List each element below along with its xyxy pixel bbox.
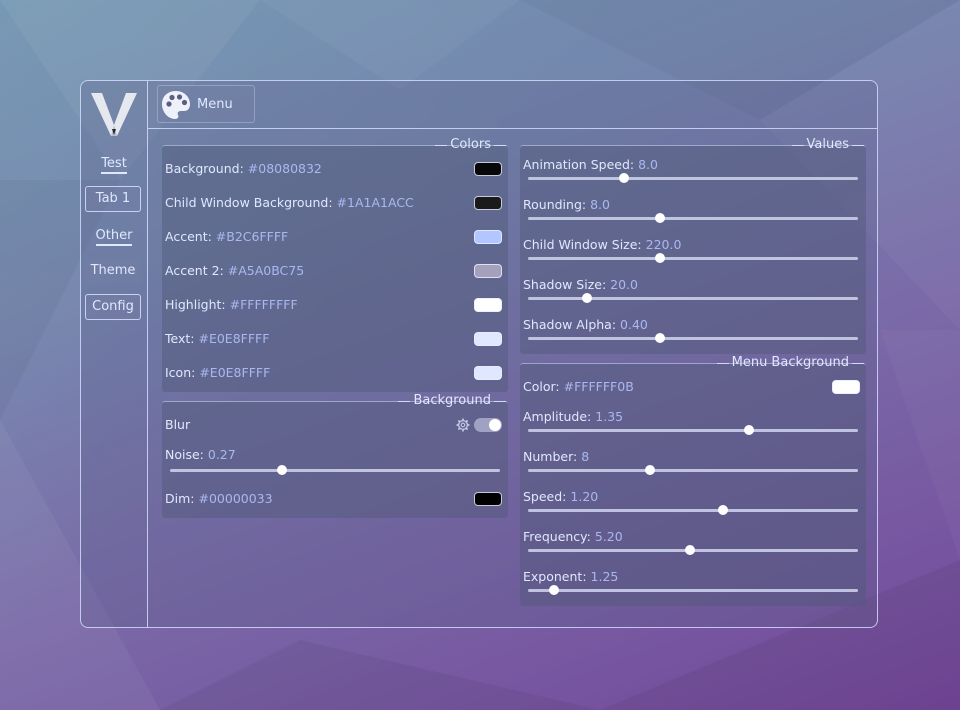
values-panel: Values Animation Speed: 8.0 Rounding: 8.0… [520,137,866,354]
color-row-label: Child Window Background: #1A1A1ACC [165,195,414,210]
menu-background-panel-title: Menu Background [716,355,865,371]
slider-knob[interactable] [618,173,629,183]
color-swatch[interactable] [474,196,502,210]
menu-background-panel: Menu Background Color: #FFFFFF0B Amplitu… [520,355,866,606]
slider-knob[interactable] [744,425,755,435]
slider-knob[interactable] [549,585,560,595]
color-swatch[interactable] [474,264,502,278]
palette-icon [162,91,190,119]
main-window: Test Tab 1 Other Theme Config Menu Color… [80,80,878,628]
slider-knob[interactable] [655,253,665,263]
slider-knob[interactable] [684,545,695,555]
dim-label: Dim: #00000033 [165,491,273,506]
color-row-label: Accent 2: #A5A0BC75 [165,263,305,278]
sidebar-item-tab1[interactable]: Tab 1 [85,186,141,212]
color-swatch[interactable] [474,298,502,312]
sidebar-section-other: Other [81,228,147,246]
slider-track[interactable] [528,585,858,595]
colors-panel: Colors Background: #08080832 Child Window… [162,137,508,392]
color-swatch[interactable] [474,332,502,346]
menu-bg-color-label: Color: #FFFFFF0B [523,379,634,394]
slider-label: Rounding: 8.0 [523,197,610,212]
slider-track[interactable] [528,425,858,435]
slider-knob[interactable] [582,293,593,303]
color-swatch[interactable] [474,230,502,244]
slider-track[interactable] [528,293,858,303]
noise-slider[interactable] [170,465,500,475]
color-swatch[interactable] [474,162,502,176]
slider-label: Shadow Size: 20.0 [523,277,638,292]
slider-knob[interactable] [655,213,665,223]
blur-toggle[interactable] [474,418,502,432]
sidebar-item-theme[interactable]: Theme [85,258,141,284]
slider-track[interactable] [528,333,858,343]
slider-track[interactable] [528,253,858,263]
color-row-label: Icon: #E0E8FFFF [165,365,271,380]
color-row-label: Text: #E0E8FFFF [165,331,270,346]
color-row-label: Accent: #B2C6FFFF [165,229,289,244]
dim-color-swatch[interactable] [474,492,502,506]
color-row-label: Highlight: #FFFFFFFF [165,297,298,312]
slider-track[interactable] [528,505,858,515]
background-panel-title: Background [398,393,506,409]
slider-label: Number: 8 [523,449,590,464]
blur-toggle-knob [489,419,501,431]
slider-track[interactable] [528,173,858,183]
noise-label: Noise: 0.27 [165,447,236,462]
slider-knob[interactable] [655,333,665,343]
sidebar-item-config[interactable]: Config [85,294,141,320]
slider-label: Child Window Size: 220.0 [523,237,682,252]
logo-icon [91,93,137,136]
slider-knob[interactable] [717,505,728,515]
colors-panel-title: Colors [435,137,506,153]
menu-button-label: Menu [197,97,233,112]
sidebar: Test Tab 1 Other Theme Config [81,81,148,627]
slider-track[interactable] [528,465,858,475]
slider-label: Speed: 1.20 [523,489,599,504]
menu-bg-color-swatch[interactable] [832,380,860,394]
slider-knob[interactable] [645,465,656,475]
gear-icon[interactable] [456,418,470,432]
slider-track[interactable] [528,545,858,555]
color-row-label: Background: #08080832 [165,161,322,176]
slider-label: Amplitude: 1.35 [523,409,624,424]
slider-label: Exponent: 1.25 [523,569,619,584]
top-bar: Menu [148,81,877,129]
slider-track[interactable] [528,213,858,223]
menu-button[interactable]: Menu [157,85,255,123]
background-panel: Background Blur Noise: 0.27 Dim: #000000… [162,393,508,518]
values-panel-title: Values [791,137,865,153]
slider-label: Shadow Alpha: 0.40 [523,317,648,332]
color-swatch[interactable] [474,366,502,380]
sidebar-section-test: Test [81,156,147,174]
slider-label: Animation Speed: 8.0 [523,157,658,172]
slider-label: Frequency: 5.20 [523,529,623,544]
blur-label: Blur [165,417,191,432]
noise-slider-knob[interactable] [277,465,288,475]
